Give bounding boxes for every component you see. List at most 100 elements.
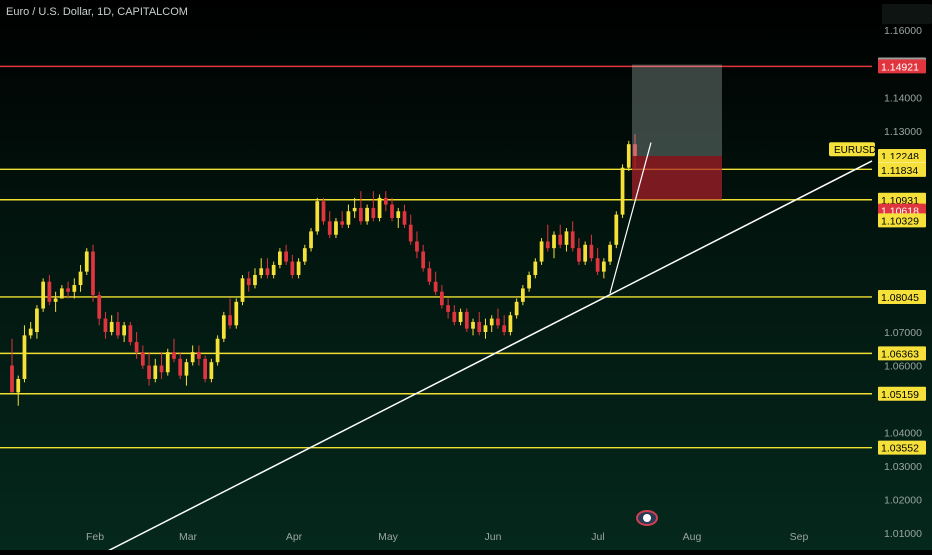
candle-body bbox=[265, 268, 270, 275]
candle-body bbox=[309, 231, 313, 249]
candle-body bbox=[221, 315, 226, 339]
candle-body bbox=[601, 261, 606, 272]
price-tick-label: 1.02000 bbox=[884, 495, 922, 507]
candle-body bbox=[489, 318, 494, 326]
price-tick-label: 1.07000 bbox=[884, 327, 922, 339]
candle-body bbox=[570, 231, 575, 249]
price-tick-label: 1.06000 bbox=[884, 361, 922, 373]
candle-body bbox=[197, 352, 201, 359]
candle-body bbox=[147, 365, 151, 379]
time-axis-label: Apr bbox=[286, 531, 303, 543]
candle-body bbox=[253, 275, 257, 286]
candle-body bbox=[172, 352, 176, 359]
candle-body bbox=[346, 211, 351, 225]
candle-body bbox=[383, 197, 388, 205]
candle-body bbox=[433, 281, 438, 292]
candle-body bbox=[321, 201, 326, 222]
candle-body bbox=[315, 201, 320, 232]
candle-body bbox=[53, 298, 58, 302]
candle-body bbox=[203, 358, 207, 379]
price-badge-label: 1.11834 bbox=[881, 165, 918, 177]
candle-body bbox=[520, 288, 525, 302]
candle-body bbox=[377, 197, 382, 218]
time-axis-label: Jun bbox=[485, 531, 502, 543]
candle-body bbox=[78, 271, 83, 286]
candle-body bbox=[608, 244, 612, 262]
candle-body bbox=[558, 234, 563, 245]
price-tick-label: 1.13000 bbox=[884, 126, 922, 138]
price-tick-label: 1.16000 bbox=[884, 25, 922, 37]
candle-body bbox=[564, 231, 569, 245]
candle-body bbox=[178, 358, 183, 376]
time-axis-label: May bbox=[378, 531, 399, 543]
candle-body bbox=[59, 288, 64, 299]
candle-body bbox=[365, 207, 369, 222]
candle-body bbox=[240, 278, 245, 302]
candle-body bbox=[91, 251, 95, 296]
candle-body bbox=[103, 318, 108, 333]
candle-body bbox=[16, 378, 21, 393]
candle-body bbox=[502, 325, 507, 333]
candle-body bbox=[421, 251, 426, 269]
candle-body bbox=[296, 261, 301, 275]
candle-body bbox=[109, 321, 114, 333]
trendline bbox=[98, 160, 873, 555]
candle-body bbox=[140, 352, 145, 366]
price-tick-label: 1.01000 bbox=[884, 528, 922, 540]
candle-body bbox=[228, 315, 232, 326]
candle-body bbox=[396, 211, 401, 218]
candle-body bbox=[533, 261, 538, 275]
chart-area[interactable]: 1.16000 1.14000 1.13000 1.07000 1.06000 1.040… bbox=[0, 0, 932, 555]
price-tick-label: 1.03000 bbox=[884, 461, 922, 473]
candle-body bbox=[84, 251, 89, 272]
symbol-tag-label: EURUSD bbox=[834, 145, 876, 156]
candle-body bbox=[452, 311, 457, 322]
candle-body bbox=[402, 211, 407, 225]
time-axis-label: Aug bbox=[683, 531, 702, 543]
candle-body bbox=[284, 251, 288, 262]
price-badge-label: 1.03552 bbox=[881, 443, 919, 455]
price-tick-label: 1.04000 bbox=[884, 428, 922, 440]
candle-body bbox=[371, 207, 376, 218]
candle-body bbox=[153, 365, 158, 379]
candle-body bbox=[35, 308, 39, 333]
candle-body bbox=[190, 352, 195, 363]
candle-body bbox=[545, 241, 550, 249]
candle-body bbox=[278, 251, 282, 265]
candle-body bbox=[184, 362, 189, 376]
candle-body bbox=[10, 365, 14, 393]
candle-body bbox=[539, 241, 544, 262]
candle-body bbox=[116, 321, 120, 336]
candle-body bbox=[415, 241, 419, 252]
candle-body bbox=[209, 362, 214, 379]
price-tick-label: 1.14000 bbox=[884, 92, 922, 104]
candle-body bbox=[271, 264, 276, 275]
candle-body bbox=[508, 315, 513, 333]
candle-body bbox=[427, 268, 432, 282]
candle-body bbox=[577, 248, 581, 262]
price-badge-label: 1.08045 bbox=[881, 292, 919, 304]
candle-body bbox=[614, 214, 619, 245]
time-axis-label: Jul bbox=[591, 531, 604, 543]
candle-body bbox=[159, 365, 164, 373]
price-badge-label: 1.06363 bbox=[881, 348, 919, 360]
price-chart-svg[interactable]: 1.16000 1.14000 1.13000 1.07000 1.06000 1.040… bbox=[0, 0, 932, 555]
page-title: Euro / U.S. Dollar, 1D, CAPITALCOM bbox=[6, 6, 188, 18]
candle-body bbox=[514, 301, 519, 316]
candle-body bbox=[458, 311, 463, 322]
price-badge-label: 1.05159 bbox=[881, 389, 919, 401]
candle-body bbox=[352, 207, 357, 212]
candle-body bbox=[215, 338, 220, 363]
candle-body bbox=[234, 301, 239, 326]
candle-body bbox=[483, 325, 488, 333]
candle-body bbox=[72, 285, 77, 292]
candle-body bbox=[122, 325, 127, 336]
toolbar-placeholder bbox=[882, 4, 932, 24]
time-axis-label: Feb bbox=[86, 531, 104, 543]
candle-body bbox=[595, 258, 600, 272]
price-badge-label: 1.14921 bbox=[881, 61, 919, 73]
candle-body bbox=[408, 224, 413, 242]
candle-body bbox=[471, 321, 475, 329]
candle-body bbox=[28, 328, 33, 336]
event-flag-dot bbox=[643, 514, 651, 522]
